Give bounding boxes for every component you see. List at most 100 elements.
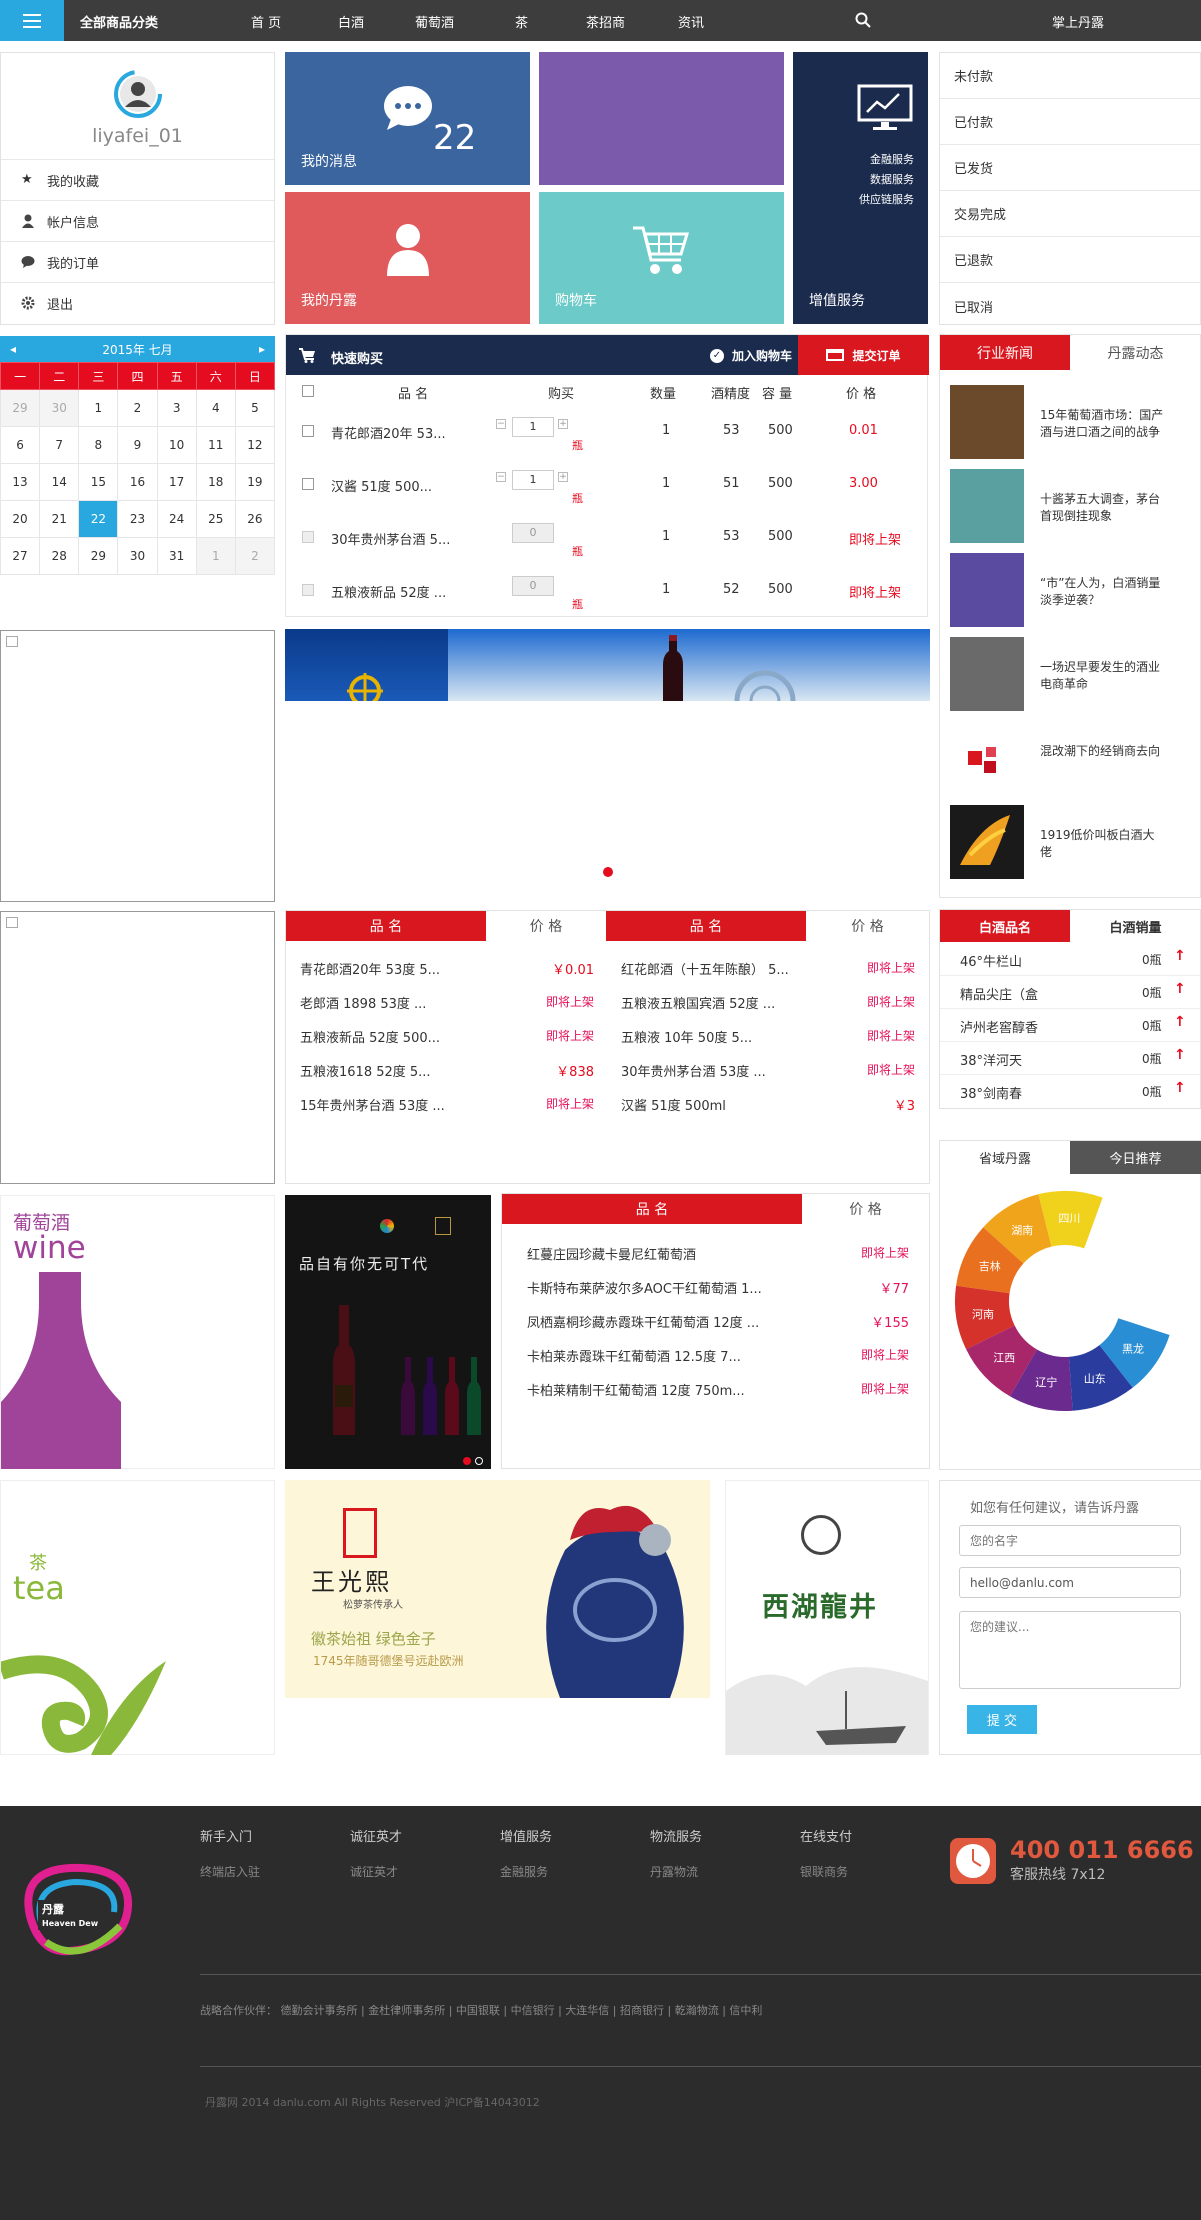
value-item-supply[interactable]: 供应链服务 [859, 190, 914, 210]
tab-today-recommend[interactable]: 今日推荐 [1070, 1141, 1201, 1174]
calendar-day[interactable]: 17 [156, 463, 197, 501]
partners-list[interactable]: 德勤会计事务所 | 金杜律师事务所 | 中国银联 | 中信银行 | 大连华信 |… [281, 2004, 763, 2017]
calendar-day[interactable]: 15 [78, 463, 119, 501]
rank-row[interactable]: 精品尖庄（盒 0瓶 ↑ [940, 976, 1200, 1009]
rank-row[interactable]: 泸州老窖醇香 0瓶 ↑ [940, 1009, 1200, 1042]
status-shipped[interactable]: 已发货 [940, 145, 1200, 191]
price-row-name[interactable]: 汉酱 51度 500ml [621, 1095, 726, 1114]
wine-category-card[interactable]: 葡萄酒 wine [0, 1195, 275, 1469]
price-row-name[interactable]: 五粮液 10年 50度 5... [621, 1027, 752, 1046]
nav-news[interactable]: 资讯 [678, 12, 704, 31]
row-checkbox[interactable] [302, 584, 314, 596]
news-title[interactable]: 混改潮下的经销商去向 [1040, 743, 1165, 760]
calendar-day[interactable]: 1 [195, 537, 236, 575]
product-name[interactable]: 青花郎酒20年 53... [331, 423, 446, 442]
calendar-day[interactable]: 12 [234, 426, 276, 464]
nav-tea-merchants[interactable]: 茶招商 [586, 12, 625, 31]
qty-plus-button[interactable]: + [558, 472, 568, 482]
calendar-day[interactable]: 28 [39, 537, 80, 575]
wine-row-name[interactable]: 卡斯特布莱萨波尔多AOC干红葡萄酒 1... [527, 1278, 762, 1297]
add-to-cart-button[interactable]: ✓ 加入购物车 [710, 347, 792, 364]
danlu-logo[interactable]: 丹露 Heaven Dew [10, 1856, 140, 1966]
ad-slot-1[interactable] [0, 630, 275, 902]
tab-industry-news[interactable]: 行业新闻 [940, 335, 1070, 370]
wine-row-name[interactable]: 红蔓庄园珍藏卡曼尼红葡萄酒 [527, 1244, 696, 1263]
calendar-day[interactable]: 19 [234, 463, 276, 501]
calendar-day[interactable]: 25 [195, 500, 236, 538]
footer-link[interactable]: 金融服务 [500, 1863, 552, 1880]
news-title[interactable]: 15年葡萄酒市场：国产酒与进口酒之间的战争 [1040, 407, 1165, 441]
feedback-submit-button[interactable]: 提 交 [967, 1705, 1037, 1734]
news-item[interactable]: 一场迟早要发生的酒业电商革命 [950, 637, 1165, 713]
tab-danlu-news[interactable]: 丹露动态 [1070, 335, 1201, 370]
calendar-day[interactable]: 2 [117, 389, 158, 427]
wine-row-name[interactable]: 卡柏莱精制干红葡萄酒 12度 750m... [527, 1380, 745, 1399]
nav-tea[interactable]: 茶 [515, 12, 528, 31]
news-item[interactable]: 1919低价叫板白酒大佬 [950, 805, 1165, 881]
footer-link[interactable]: 诚征英才 [350, 1863, 402, 1880]
tile-value-services[interactable]: 金融服务 数据服务 供应链服务 增值服务 [793, 52, 928, 324]
status-paid[interactable]: 已付款 [940, 99, 1200, 145]
calendar-day[interactable]: 7 [39, 426, 80, 464]
footer-link[interactable]: 丹露物流 [650, 1863, 702, 1880]
carousel-dot[interactable] [603, 867, 613, 877]
footer-link[interactable]: 银联商务 [800, 1863, 852, 1880]
rank-row[interactable]: 46°牛栏山 0瓶 ↑ [940, 943, 1200, 976]
mobile-app-link[interactable]: 掌上丹露 [1052, 12, 1104, 31]
calendar-day[interactable]: 29 [78, 537, 119, 575]
price-row-name[interactable]: 五粮液新品 52度 500... [300, 1027, 440, 1046]
status-refunded[interactable]: 已退款 [940, 237, 1200, 283]
qty-minus-button[interactable]: − [496, 472, 506, 482]
tab-baijiu-name[interactable]: 白酒品名 [940, 910, 1070, 942]
calendar-day[interactable]: 20 [0, 500, 41, 538]
name-input[interactable] [959, 1525, 1181, 1556]
calendar-day[interactable]: 23 [117, 500, 158, 538]
news-item[interactable]: 混改潮下的经销商去向 [950, 721, 1165, 797]
calendar-day[interactable]: 24 [156, 500, 197, 538]
qty-input[interactable]: 1 [512, 470, 554, 490]
calendar-day[interactable]: 3 [156, 389, 197, 427]
rank-row[interactable]: 38°洋河天 0瓶 ↑ [940, 1042, 1200, 1075]
calendar-day[interactable]: 26 [234, 500, 276, 538]
carousel-dot[interactable] [475, 1457, 483, 1465]
news-item[interactable]: 十酱茅五大调查，茅台首现倒挂现象 [950, 469, 1165, 545]
price-row-name[interactable]: 五粮液1618 52度 5... [300, 1061, 431, 1080]
product-name[interactable]: 30年贵州茅台酒 5... [331, 529, 450, 548]
row-checkbox[interactable] [302, 478, 314, 490]
tile-cart[interactable]: 购物车 [539, 192, 784, 324]
calendar-day[interactable]: 5 [234, 389, 276, 427]
product-name[interactable]: 五粮液新品 52度 ... [331, 582, 446, 601]
qty-minus-button[interactable]: − [496, 419, 506, 429]
wine-ad-image[interactable]: 品自有你无可T代 [285, 1195, 491, 1469]
calendar-day[interactable]: 11 [195, 426, 236, 464]
news-title[interactable]: 1919低价叫板白酒大佬 [1040, 827, 1165, 861]
tile-purple[interactable] [539, 52, 784, 185]
qty-input[interactable]: 0 [512, 576, 554, 596]
ad-slot-2[interactable] [0, 911, 275, 1184]
calendar-day[interactable]: 2 [234, 537, 276, 575]
select-all-checkbox[interactable] [302, 385, 314, 397]
calendar-day[interactable]: 21 [39, 500, 80, 538]
calendar-prev-icon[interactable]: ◂ [10, 342, 16, 356]
nav-baijiu[interactable]: 白酒 [338, 12, 364, 31]
news-title[interactable]: 十酱茅五大调查，茅台首现倒挂现象 [1040, 491, 1165, 525]
calendar-day[interactable]: 22 [78, 500, 119, 538]
tile-messages[interactable]: 22 我的消息 [285, 52, 530, 185]
news-item[interactable]: 15年葡萄酒市场：国产酒与进口酒之间的战争 [950, 385, 1165, 461]
carousel-dot[interactable] [463, 1457, 471, 1465]
qty-input[interactable]: 0 [512, 523, 554, 543]
qty-input[interactable]: 1 [512, 417, 554, 437]
tab-province[interactable]: 省域丹露 [940, 1141, 1070, 1174]
calendar-day[interactable]: 27 [0, 537, 41, 575]
wine-row-name[interactable]: 凤栖嘉桐珍藏赤霞珠干红葡萄酒 12度 ... [527, 1312, 759, 1331]
menu-logout[interactable]: 退出 [1, 282, 274, 323]
calendar-day[interactable]: 30 [39, 389, 80, 427]
tab-baijiu-sales[interactable]: 白酒销量 [1070, 910, 1201, 942]
product-name[interactable]: 汉酱 51度 500... [331, 476, 432, 495]
rank-row[interactable]: 38°剑南春 0瓶 ↑ [940, 1075, 1200, 1108]
news-title[interactable]: 一场迟早要发生的酒业电商革命 [1040, 659, 1165, 693]
row-checkbox[interactable] [302, 531, 314, 543]
tile-my-danlu[interactable]: 我的丹露 [285, 192, 530, 324]
calendar-day[interactable]: 4 [195, 389, 236, 427]
calendar-day[interactable]: 14 [39, 463, 80, 501]
